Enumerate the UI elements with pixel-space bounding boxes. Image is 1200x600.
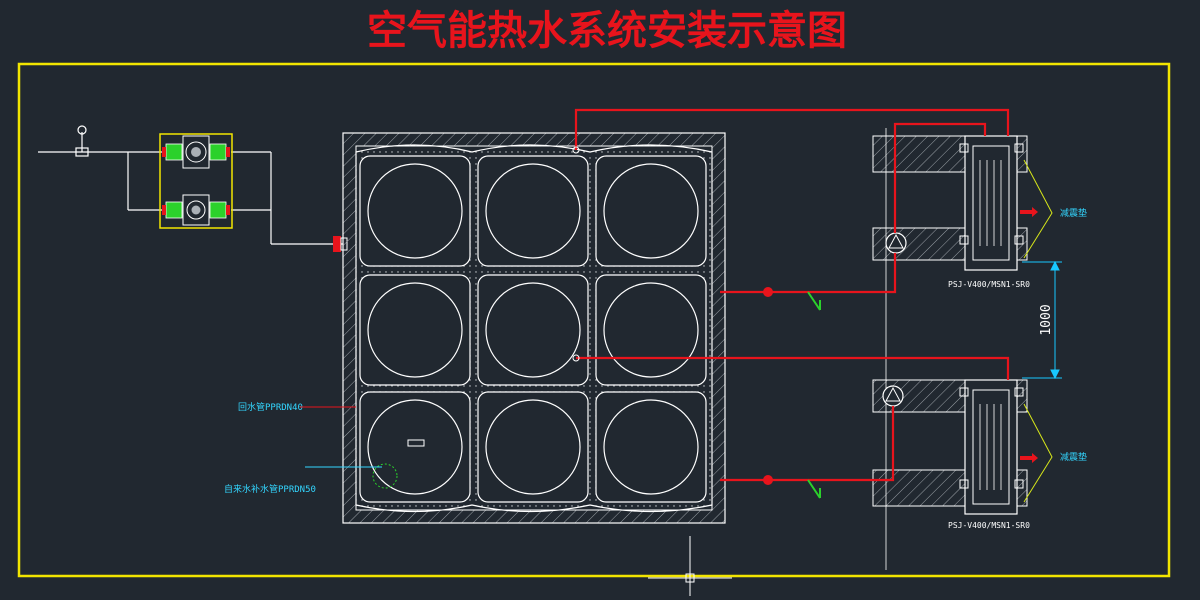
inlet-piping	[38, 132, 343, 245]
water-tank-grid	[359, 155, 707, 503]
return-pipe-label: 回水管PPRDN40	[238, 401, 303, 413]
heat-pump-model-top: PSJ-V400/MSN1-SR0	[948, 280, 1030, 289]
return-pipe-label-group: 回水管PPRDN40	[238, 401, 356, 413]
pump-icon	[885, 232, 907, 254]
damping-pad-label-top: 减震垫	[1060, 207, 1087, 219]
tap-water-pipe-label: 自来水补水管PPRDN50	[224, 483, 316, 495]
valve-station	[159, 133, 233, 229]
installation-diagram: 空气能热水系统安装示意图 回水管PPRDN40 自来水补水管PPRDN50 减震…	[17, 7, 1171, 596]
check-valve-icon	[807, 291, 821, 311]
pump-icon	[882, 385, 904, 407]
damping-pad-label-bottom: 减震垫	[1060, 451, 1087, 463]
check-valve-icon	[807, 479, 821, 499]
diagram-title: 空气能热水系统安装示意图	[367, 7, 847, 54]
dimension-label: 1000	[1039, 304, 1054, 335]
heat-pump-model-bottom: PSJ-V400/MSN1-SR0	[948, 521, 1030, 530]
valve-icon	[162, 194, 230, 226]
cad-cursor-icon	[648, 536, 732, 596]
valve-icon	[162, 135, 230, 169]
